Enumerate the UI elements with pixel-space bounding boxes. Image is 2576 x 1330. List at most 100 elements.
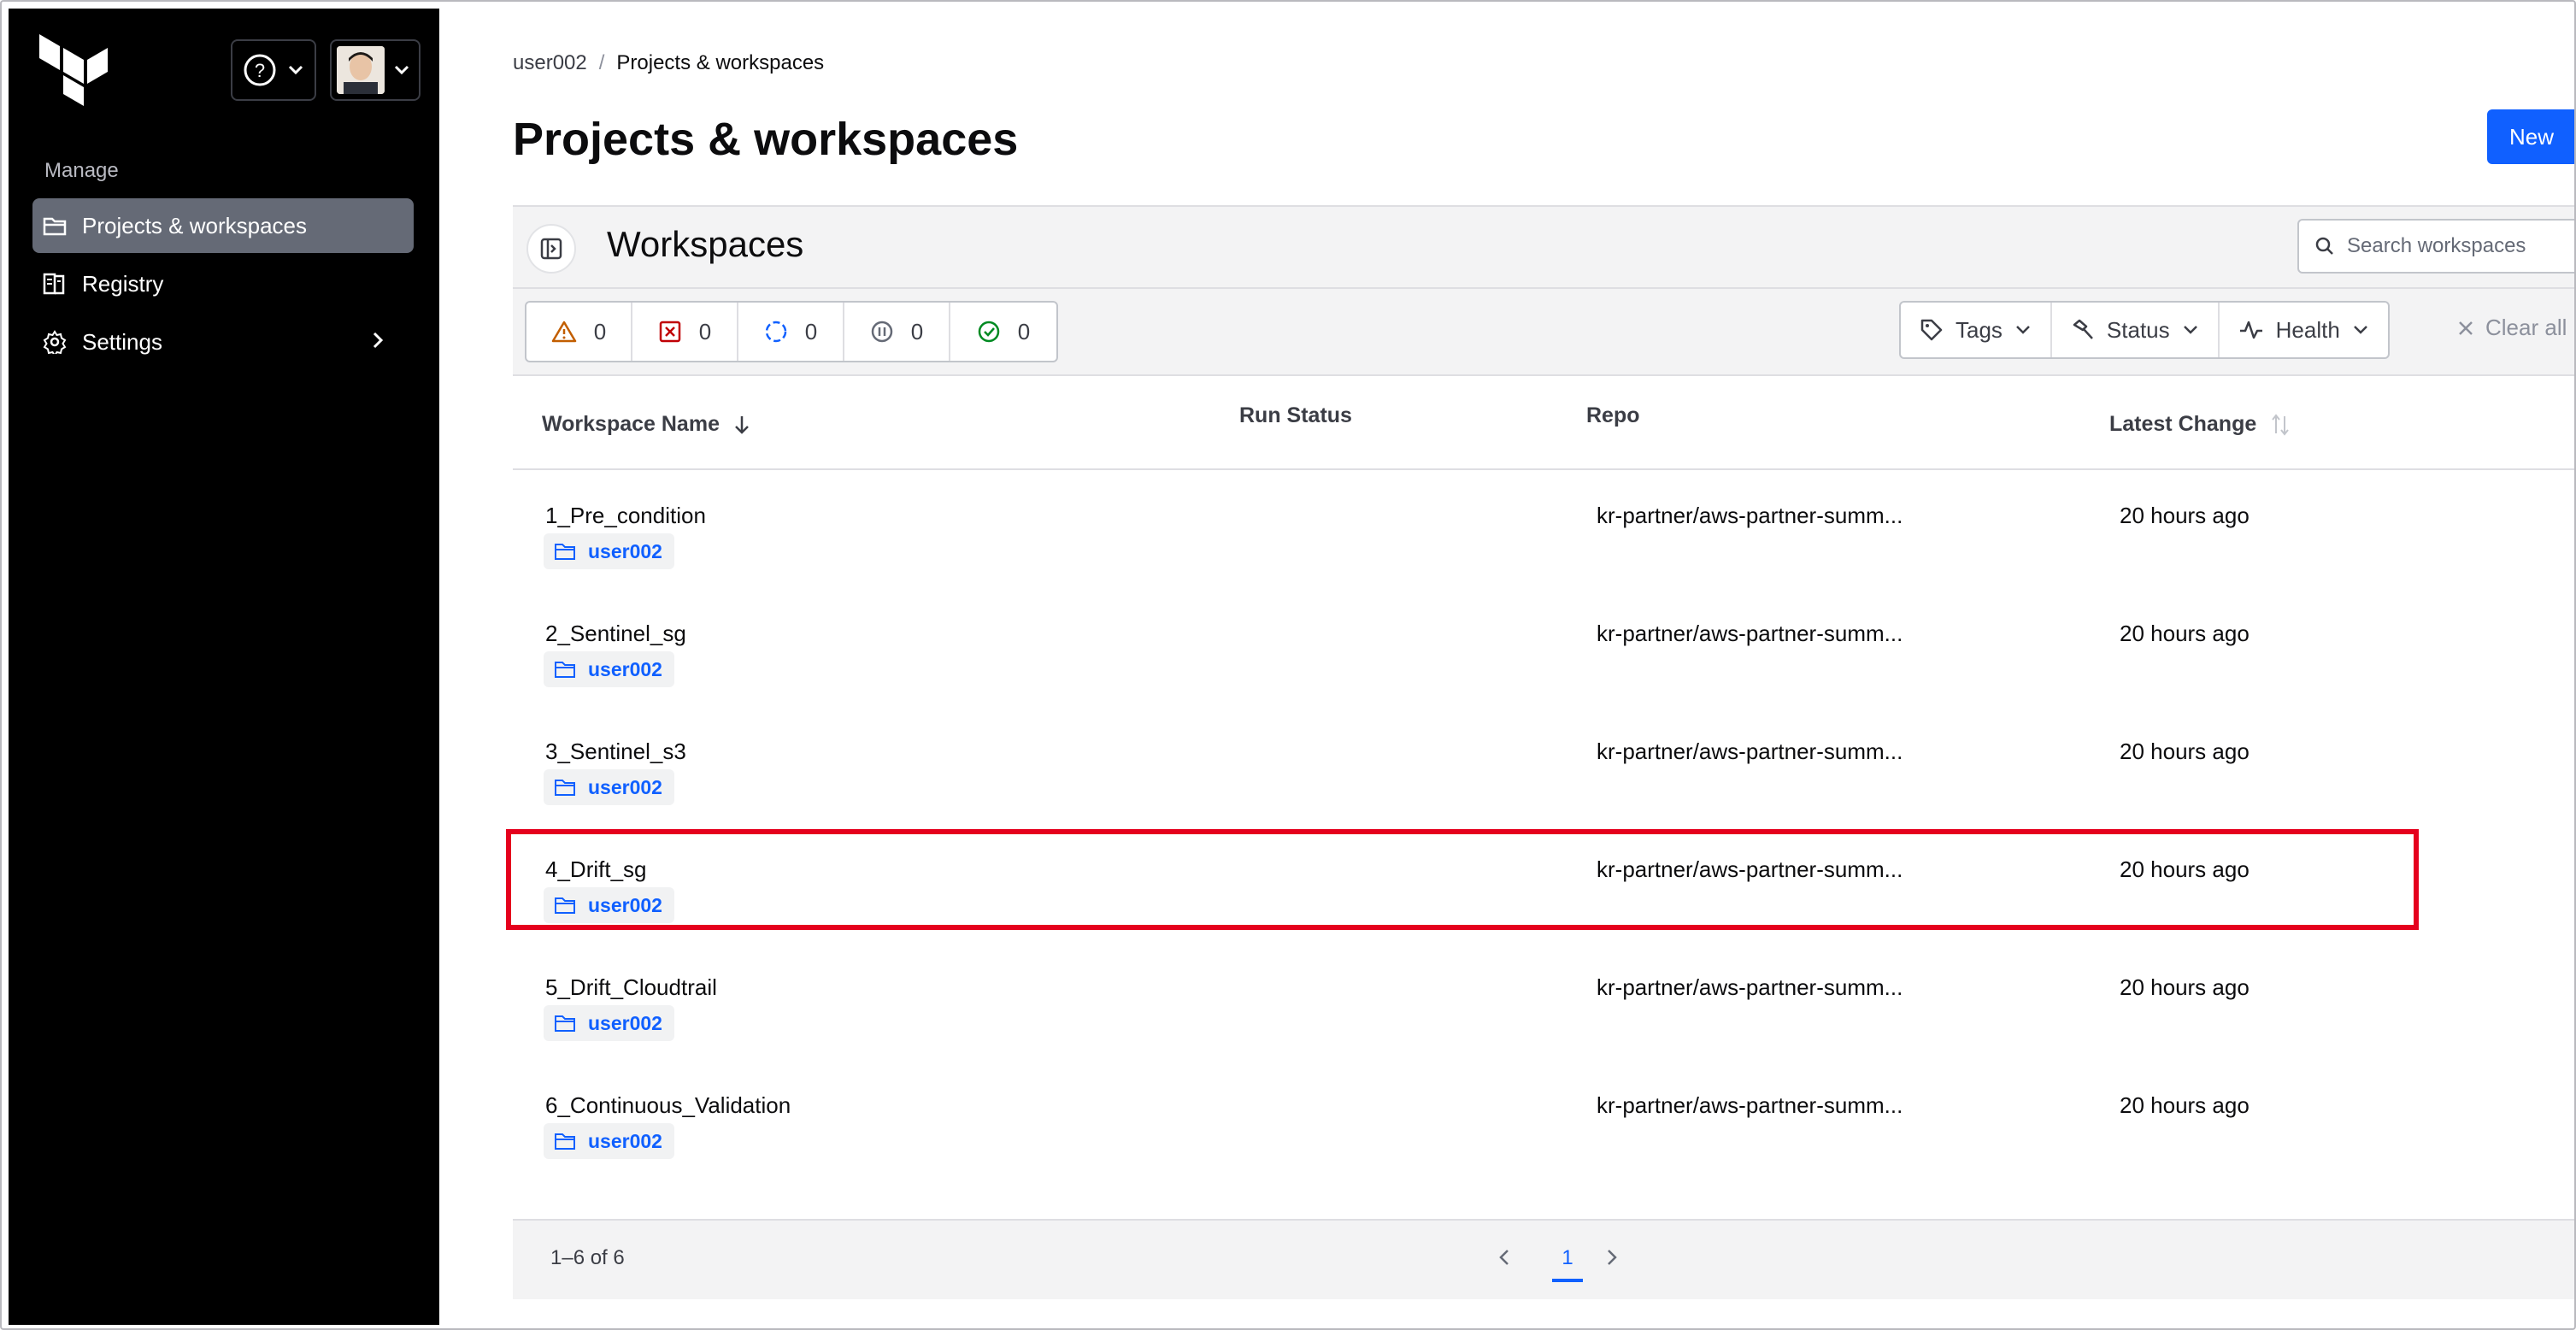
repo-link[interactable]: kr-partner/aws-partner-summ... bbox=[1597, 739, 1903, 765]
new-button[interactable]: New bbox=[2487, 109, 2574, 164]
column-header-workspace-name[interactable]: Workspace Name bbox=[542, 412, 750, 437]
workspace-name-link[interactable]: 3_Sentinel_s3 bbox=[545, 739, 686, 765]
folder-icon bbox=[555, 662, 575, 678]
chevron-down-icon bbox=[2016, 326, 2030, 334]
filter-bar: 0 0 0 0 0 Tags Status Health Clear all bbox=[513, 289, 2574, 376]
project-name: user002 bbox=[588, 539, 662, 562]
page-number-button[interactable]: 1 bbox=[1552, 1239, 1583, 1282]
workspace-name-link[interactable]: 5_Drift_Cloudtrail bbox=[545, 974, 717, 1001]
terraform-logo[interactable] bbox=[39, 34, 108, 106]
svg-text:?: ? bbox=[255, 60, 265, 81]
help-icon: ? bbox=[244, 54, 276, 86]
repo-link[interactable]: kr-partner/aws-partner-summ... bbox=[1597, 974, 1903, 1001]
user-menu-button[interactable] bbox=[330, 39, 421, 101]
warning-icon bbox=[551, 321, 577, 343]
clear-all-filters-button[interactable]: Clear all bbox=[2456, 315, 2567, 341]
folder-icon bbox=[555, 780, 575, 796]
breadcrumb-org-link[interactable]: user002 bbox=[513, 51, 587, 75]
latest-change: 20 hours ago bbox=[2120, 974, 2250, 1000]
highlight-box bbox=[506, 829, 2419, 930]
health-filter-label: Health bbox=[2275, 316, 2340, 343]
workspace-name-link[interactable]: 2_Sentinel_sg bbox=[545, 621, 686, 647]
sidebar-nav: Projects & workspaces Registry Settings bbox=[32, 198, 414, 373]
latest-change: 20 hours ago bbox=[2120, 621, 2250, 646]
project-badge[interactable]: user002 bbox=[544, 1005, 674, 1041]
pagination-range: 1–6 of 6 bbox=[550, 1246, 625, 1269]
health-filter-dropdown[interactable]: Health bbox=[2220, 303, 2388, 357]
error-count-filter[interactable]: 0 bbox=[632, 303, 738, 361]
workspace-rows: 1_Pre_condition user002 kr-partner/aws-p… bbox=[513, 472, 2574, 1180]
folder-icon bbox=[555, 1015, 575, 1032]
search-icon bbox=[2315, 237, 2333, 255]
chevron-down-icon bbox=[394, 65, 409, 75]
status-filter-label: Status bbox=[2106, 316, 2170, 343]
warning-count-filter[interactable]: 0 bbox=[526, 303, 632, 361]
workspaces-title: Workspaces bbox=[607, 224, 804, 264]
paused-count: 0 bbox=[910, 318, 924, 344]
success-count-filter[interactable]: 0 bbox=[950, 303, 1056, 361]
page-title: Projects & workspaces bbox=[513, 114, 1019, 165]
main-content: user002 / Projects & workspaces Projects… bbox=[439, 9, 2574, 1325]
paused-count-filter[interactable]: 0 bbox=[844, 303, 950, 361]
project-badge[interactable]: user002 bbox=[544, 769, 674, 805]
filter-dropdowns: Tags Status Health bbox=[1899, 301, 2390, 359]
status-filter-dropdown[interactable]: Status bbox=[2052, 303, 2220, 357]
table-row[interactable]: 1_Pre_condition user002 kr-partner/aws-p… bbox=[513, 472, 2574, 590]
avatar bbox=[337, 46, 385, 94]
tags-filter-label: Tags bbox=[1956, 316, 2003, 343]
sidebar-item-settings[interactable]: Settings bbox=[32, 315, 414, 369]
chevron-down-icon bbox=[288, 65, 303, 75]
sidebar-toggle-icon bbox=[540, 238, 562, 260]
workspace-name-link[interactable]: 6_Continuous_Validation bbox=[545, 1092, 791, 1119]
project-badge[interactable]: user002 bbox=[544, 533, 674, 569]
latest-change: 20 hours ago bbox=[2120, 1092, 2250, 1118]
table-row[interactable]: 3_Sentinel_s3 user002 kr-partner/aws-par… bbox=[513, 708, 2574, 826]
tag-icon bbox=[1920, 319, 1943, 341]
sidebar-item-label: Settings bbox=[82, 328, 162, 355]
app-window: ? Manage Projects & workspaces Registry … bbox=[0, 0, 2576, 1330]
table-row[interactable]: 6_Continuous_Validation user002 kr-partn… bbox=[513, 1062, 2574, 1180]
column-header-latest-change[interactable]: Latest Change bbox=[2109, 412, 2291, 437]
paused-icon bbox=[871, 321, 893, 343]
project-badge[interactable]: user002 bbox=[544, 1123, 674, 1159]
success-icon bbox=[978, 321, 1000, 343]
running-icon bbox=[765, 321, 787, 343]
breadcrumb-current: Projects & workspaces bbox=[616, 51, 825, 74]
breadcrumb: user002 / Projects & workspaces bbox=[513, 51, 824, 75]
column-label: Latest Change bbox=[2109, 412, 2257, 436]
workspaces-header: Workspaces Search workspaces bbox=[513, 205, 2574, 289]
hammer-icon bbox=[2073, 319, 2093, 339]
success-count: 0 bbox=[1017, 318, 1031, 344]
search-placeholder: Search workspaces bbox=[2347, 234, 2526, 257]
project-name: user002 bbox=[588, 1011, 662, 1034]
tags-filter-dropdown[interactable]: Tags bbox=[1901, 303, 2052, 357]
latest-change: 20 hours ago bbox=[2120, 739, 2250, 764]
registry-icon bbox=[43, 273, 65, 295]
error-count: 0 bbox=[698, 318, 712, 344]
help-menu-button[interactable]: ? bbox=[231, 39, 316, 101]
repo-link[interactable]: kr-partner/aws-partner-summ... bbox=[1597, 503, 1903, 529]
sidebar-item-projects-workspaces[interactable]: Projects & workspaces bbox=[32, 198, 414, 253]
running-count: 0 bbox=[804, 318, 818, 344]
repo-link[interactable]: kr-partner/aws-partner-summ... bbox=[1597, 1092, 1903, 1119]
column-header-run-status: Run Status bbox=[1239, 403, 1352, 427]
chevron-down-icon bbox=[2183, 326, 2197, 334]
running-count-filter[interactable]: 0 bbox=[738, 303, 844, 361]
table-row[interactable]: 5_Drift_Cloudtrail user002 kr-partner/aw… bbox=[513, 944, 2574, 1062]
project-badge[interactable]: user002 bbox=[544, 651, 674, 687]
table-row[interactable]: 2_Sentinel_sg user002 kr-partner/aws-par… bbox=[513, 590, 2574, 708]
workspace-name-link[interactable]: 1_Pre_condition bbox=[545, 503, 706, 529]
error-icon bbox=[659, 321, 681, 343]
breadcrumb-separator: / bbox=[598, 51, 605, 74]
column-label: Workspace Name bbox=[542, 412, 720, 436]
chevron-left-icon[interactable] bbox=[1496, 1245, 1513, 1270]
sidebar-item-label: Registry bbox=[82, 270, 164, 297]
sidebar: ? Manage Projects & workspaces Registry … bbox=[9, 9, 480, 1325]
toggle-sidebar-button[interactable] bbox=[526, 224, 576, 274]
sidebar-item-registry[interactable]: Registry bbox=[32, 256, 414, 311]
search-workspaces-input[interactable]: Search workspaces bbox=[2297, 219, 2574, 274]
sort-descending-icon bbox=[735, 415, 749, 434]
folder-icon bbox=[43, 217, 67, 236]
chevron-right-icon[interactable] bbox=[1603, 1245, 1620, 1270]
repo-link[interactable]: kr-partner/aws-partner-summ... bbox=[1597, 621, 1903, 647]
